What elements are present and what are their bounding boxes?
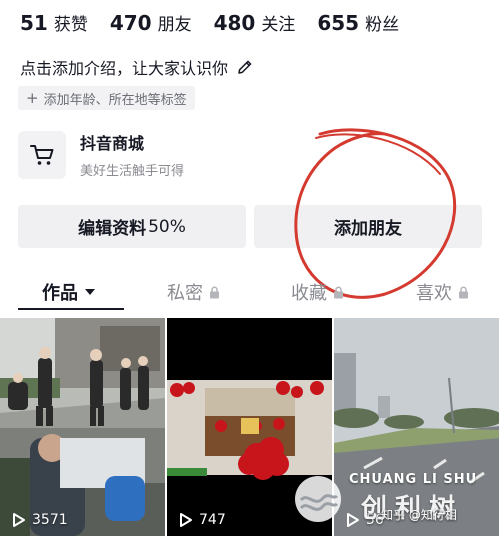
caret-down-icon <box>85 289 95 295</box>
stat-following[interactable]: 480 关注 <box>214 10 296 35</box>
tab-label: 喜欢 <box>416 283 452 304</box>
play-icon <box>180 513 192 527</box>
cart-icon <box>30 144 54 165</box>
stat-likes[interactable]: 51 获赞 <box>20 10 88 35</box>
stat-label: 获赞 <box>53 15 88 35</box>
content-tabs: 作品 私密 收藏 喜欢 <box>0 274 500 310</box>
shop-subtitle: 美好生活触手可得 <box>80 164 185 179</box>
stat-label: 关注 <box>261 15 296 35</box>
stat-followers[interactable]: 655 粉丝 <box>317 10 399 35</box>
tab-favorites[interactable]: 收藏 <box>291 274 344 310</box>
stats-row: 51 获赞 470 朋友 480 关注 655 粉丝 <box>20 10 399 35</box>
tab-active-indicator <box>18 308 124 310</box>
shop-icon-box <box>18 130 66 179</box>
stat-label: 粉丝 <box>365 15 400 35</box>
lock-icon <box>459 286 468 298</box>
tab-label: 收藏 <box>291 283 327 304</box>
stat-label: 朋友 <box>157 15 192 35</box>
plus-icon: + <box>26 88 39 107</box>
edit-profile-label: 编辑资料 <box>78 219 147 239</box>
watermark-overlay: 知乎 @知行相 <box>381 508 457 522</box>
add-friends-button[interactable]: 添加朋友 <box>254 205 482 248</box>
lock-icon <box>210 286 219 298</box>
profile-completion: 50% <box>148 216 186 237</box>
tab-works[interactable]: 作品 <box>42 274 96 310</box>
stat-friends[interactable]: 470 朋友 <box>110 10 192 35</box>
stat-number: 480 <box>213 11 256 35</box>
stat-number: 655 <box>317 11 360 35</box>
shop-entry[interactable]: 抖音商城 美好生活触手可得 <box>18 130 184 179</box>
tab-label: 作品 <box>42 283 78 304</box>
play-icon <box>13 513 25 527</box>
play-count-value: 3571 <box>32 512 68 528</box>
add-friends-label: 添加朋友 <box>334 219 402 239</box>
add-tags-text: 添加年龄、所在地等标签 <box>43 92 187 108</box>
tab-likes[interactable]: 喜欢 <box>416 274 469 310</box>
play-count: 3571 <box>12 512 68 528</box>
video-thumbnail[interactable]: 3571 <box>0 318 165 536</box>
stat-number: 470 <box>109 11 152 35</box>
shop-text: 抖音商城 美好生活触手可得 <box>80 130 184 179</box>
edit-profile-button[interactable]: 编辑资料 50% <box>18 205 246 248</box>
bio-text: 点击添加介绍，让大家认识你 <box>20 59 229 78</box>
watermark: CHUANG LI SHU 创利树 知乎 @知行相 <box>293 470 493 528</box>
pencil-icon <box>238 60 252 74</box>
watermark-brand: CHUANG LI SHU <box>349 472 478 487</box>
bio-prompt[interactable]: 点击添加介绍，让大家认识你 <box>20 55 254 79</box>
tab-private[interactable]: 私密 <box>167 274 220 310</box>
lock-icon <box>334 286 343 298</box>
add-tags-pill[interactable]: + 添加年龄、所在地等标签 <box>18 86 195 110</box>
play-count: 747 <box>179 512 226 528</box>
play-count-value: 747 <box>199 512 226 528</box>
stat-number: 51 <box>20 11 48 35</box>
tab-label: 私密 <box>167 283 203 304</box>
shop-title: 抖音商城 <box>80 134 145 153</box>
video-image-street <box>0 318 165 536</box>
